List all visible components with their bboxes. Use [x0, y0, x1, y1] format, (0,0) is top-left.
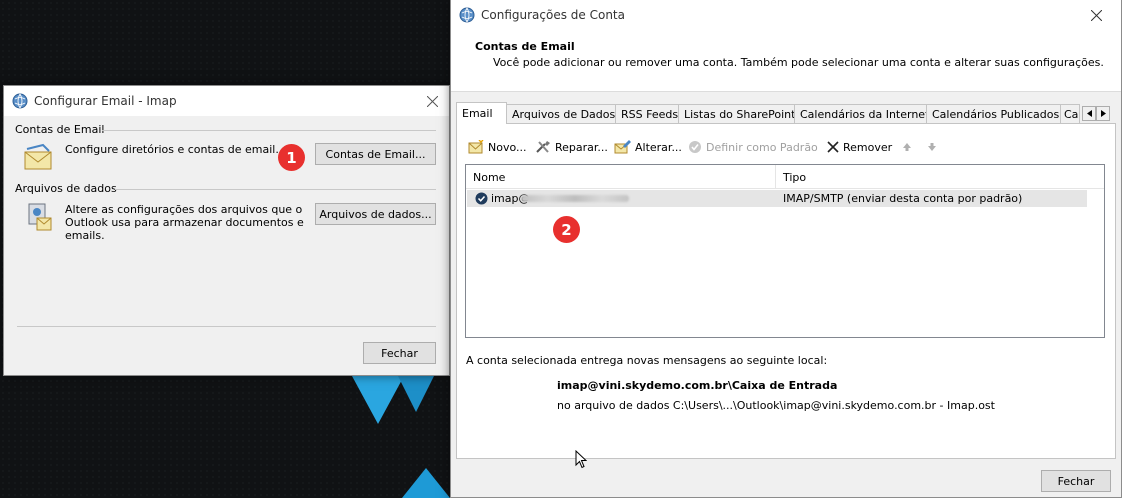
data-files-button[interactable]: Arquivos de dados...	[315, 203, 436, 225]
remove-account-label: Remover	[843, 140, 893, 154]
tab-email[interactable]: Email	[456, 102, 507, 124]
fechar-button[interactable]: Fechar	[363, 342, 436, 364]
column-header-type[interactable]: Tipo	[776, 165, 1086, 189]
default-account-check-icon	[475, 192, 488, 205]
new-account-label: Novo...	[488, 140, 527, 154]
fechar-button[interactable]: Fechar	[1041, 470, 1111, 492]
tab-scroll-left-button[interactable]	[1082, 106, 1096, 121]
globe-icon	[459, 7, 475, 23]
repair-account-label: Reparar...	[555, 140, 608, 154]
new-account-button[interactable]: Novo...	[468, 138, 527, 156]
move-down-button[interactable]	[927, 138, 941, 156]
check-circle-icon	[689, 141, 701, 153]
tab-strip: Email Arquivos de Dados RSS Feeds Listas…	[456, 102, 1080, 124]
delivery-data-file: no arquivo de dados C:\Users\...\Outlook…	[557, 399, 995, 412]
divider	[17, 326, 436, 327]
account-type: IMAP/SMTP (enviar desta conta por padrão…	[783, 192, 1023, 205]
delivery-folder: imap@vini.skydemo.com.br\Caixa de Entrad…	[557, 379, 838, 392]
tab-overflow[interactable]: Ca	[1060, 104, 1080, 124]
header-description: Você pode adicionar ou remover uma conta…	[493, 56, 1104, 69]
dialog-titlebar[interactable]: Configurar Email - Imap	[4, 86, 449, 116]
table-row[interactable]: imap@ IMAP/SMTP (enviar desta conta por …	[467, 190, 1087, 207]
tab-published-calendars[interactable]: Calendários Publicados	[926, 104, 1061, 124]
email-accounts-button[interactable]: Contas de Email...	[315, 143, 436, 165]
divider	[115, 189, 436, 190]
tab-internet-calendars[interactable]: Calendários da Internet	[794, 104, 929, 124]
arrow-up-icon	[903, 143, 911, 151]
repair-account-button[interactable]: Reparar...	[535, 138, 608, 156]
tab-scroll-right-button[interactable]	[1096, 106, 1110, 121]
desktop-shape	[352, 376, 404, 424]
dialog-titlebar[interactable]: Configurações de Conta	[451, 0, 1121, 30]
close-icon	[426, 95, 438, 107]
data-files-description-line2: Outlook usa para armazenar documentos e	[65, 216, 304, 229]
close-button[interactable]	[415, 86, 449, 116]
redacted-text	[521, 195, 629, 202]
arrow-left-icon	[1086, 110, 1092, 117]
close-icon	[1090, 9, 1102, 21]
data-files-icon	[28, 203, 52, 231]
remove-account-button[interactable]: Remover	[827, 138, 892, 156]
desktop-shape	[402, 468, 450, 498]
new-mail-icon	[468, 140, 484, 154]
close-button[interactable]	[1079, 0, 1113, 30]
mouse-cursor-icon	[575, 450, 587, 469]
tools-icon	[536, 141, 550, 153]
arrow-down-icon	[928, 143, 936, 151]
annotation-badge-1: 1	[278, 144, 305, 171]
email-accounts-icon	[24, 143, 52, 170]
remove-x-icon	[827, 141, 839, 153]
header-title: Contas de Email	[475, 40, 575, 53]
email-accounts-description: Configure diretórios e contas de email.	[65, 143, 279, 156]
dialog-title: Configurações de Conta	[481, 8, 625, 22]
desktop-shape	[398, 376, 434, 412]
delivery-description: A conta selecionada entrega novas mensag…	[466, 354, 828, 367]
change-account-label: Alterar...	[635, 140, 682, 154]
section-heading-email-accounts: Contas de Email	[15, 123, 105, 136]
divider	[102, 130, 436, 131]
set-default-label: Definir como Padrão	[706, 140, 818, 154]
accounts-list: Nome Tipo imap@ IMAP/SMTP (enviar desta …	[465, 164, 1105, 338]
data-files-description-line3: emails.	[65, 229, 105, 242]
list-header: Nome Tipo	[466, 165, 1104, 189]
annotation-badge-2: 2	[553, 216, 580, 243]
section-heading-data-files: Arquivos de dados	[15, 182, 117, 195]
tab-rss-feeds[interactable]: RSS Feeds	[615, 104, 679, 124]
column-header-name[interactable]: Nome	[466, 165, 776, 189]
move-up-button[interactable]	[902, 138, 916, 156]
edit-mail-icon	[614, 140, 631, 154]
data-files-description-line1: Altere as configurações dos arquivos que…	[65, 203, 303, 216]
set-default-button[interactable]: Definir como Padrão	[688, 138, 818, 156]
change-account-button[interactable]: Alterar...	[614, 138, 682, 156]
globe-icon	[12, 93, 28, 109]
tab-sharepoint-lists[interactable]: Listas do SharePoint	[678, 104, 795, 124]
dialog-title: Configurar Email - Imap	[34, 94, 177, 108]
tab-data-files[interactable]: Arquivos de Dados	[506, 104, 616, 124]
arrow-right-icon	[1100, 110, 1106, 117]
